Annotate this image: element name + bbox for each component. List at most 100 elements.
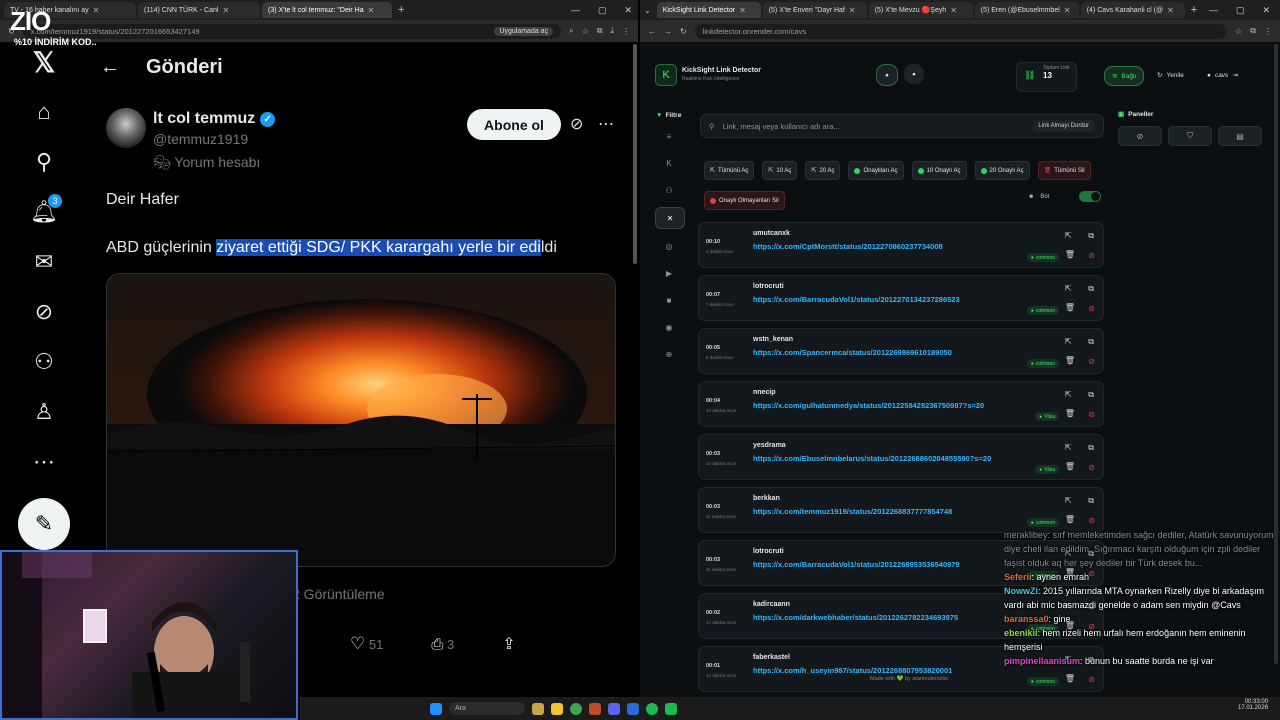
delete-icon[interactable]: 🗑︎: [1065, 356, 1075, 365]
status-dot-icon[interactable]: ●: [904, 64, 924, 84]
block-icon[interactable]: ⊘: [1088, 357, 1095, 366]
video-filter-icon[interactable]: ■: [655, 290, 683, 310]
delete-icon[interactable]: 🗑︎: [1065, 674, 1075, 683]
link-username[interactable]: nnecip: [753, 389, 776, 396]
link-username[interactable]: lotrocruti: [753, 548, 784, 555]
like-button[interactable]: ♡ 51: [350, 634, 383, 654]
link-url[interactable]: https://x.com/Spancermca/status/20122698…: [753, 348, 952, 357]
open-20-approved-button[interactable]: 20 Onaylı Aç: [974, 161, 1030, 180]
close-icon[interactable]: ✕: [849, 6, 856, 15]
more-icon[interactable]: ⋯: [30, 448, 58, 476]
kick-filter-icon[interactable]: K: [655, 153, 683, 173]
grok-icon[interactable]: ⊘: [30, 298, 58, 326]
camera-filter-icon[interactable]: ◉: [655, 317, 683, 337]
close-icon[interactable]: ✕: [368, 6, 375, 15]
archive-panel-icon[interactable]: ▤: [1218, 126, 1262, 146]
open-link-icon[interactable]: ⇱: [1065, 337, 1075, 346]
refresh-button[interactable]: ↻ Yenile: [1150, 66, 1191, 84]
copy-icon[interactable]: ⧉: [1088, 337, 1095, 347]
delete-icon[interactable]: 🗑︎: [1065, 250, 1075, 259]
widget-icon[interactable]: [532, 702, 544, 715]
link-url[interactable]: https://x.com/darkwebhaber/status/201226…: [753, 613, 958, 622]
menu-icon[interactable]: ⋮: [1264, 27, 1272, 36]
new-tab-icon[interactable]: +: [398, 4, 404, 16]
link-username[interactable]: faberkastel: [753, 654, 790, 661]
minimize-icon[interactable]: —: [571, 5, 580, 16]
link-url[interactable]: https://x.com/h_useyin987/status/2012268…: [753, 666, 952, 675]
record-icon[interactable]: ●: [876, 64, 898, 86]
scrollbar[interactable]: [633, 44, 637, 264]
close-icon[interactable]: ✕: [950, 6, 957, 15]
compose-post-icon[interactable]: ✎: [18, 498, 70, 550]
share-icon[interactable]: ⇪: [502, 634, 515, 654]
tab-item-active[interactable]: KickSight Link Detector ✕: [656, 2, 761, 18]
copy-icon[interactable]: ⧉: [1088, 284, 1095, 294]
back-arrow-icon[interactable]: ←: [100, 56, 120, 79]
tweet-image[interactable]: [106, 273, 616, 567]
copy-icon[interactable]: ⧉: [1088, 231, 1095, 241]
star-icon[interactable]: ☆: [582, 27, 589, 36]
all-filter-icon[interactable]: ≡: [655, 126, 683, 146]
extensions-icon[interactable]: ⧉: [1250, 26, 1256, 36]
new-tab-icon[interactable]: +: [1191, 4, 1197, 16]
tab-item[interactable]: (4) Cavs Karahanli cl (@ ✕: [1080, 2, 1185, 18]
discord-icon[interactable]: [608, 702, 620, 715]
link-url[interactable]: https://x.com/gulhatunmedya/status/20122…: [753, 401, 984, 410]
link-url[interactable]: https://x.com/CptMorstt/status/201227086…: [753, 242, 943, 251]
stop-links-button[interactable]: Link Almayı Durdur: [1032, 120, 1095, 132]
open-10-approved-button[interactable]: 10 Onaylı Aç: [911, 161, 967, 180]
link-username[interactable]: lotrocruti: [753, 283, 784, 290]
tab-item[interactable]: (5) X'te Enveri "Dayr Haf ✕: [762, 2, 867, 18]
app-icon[interactable]: [589, 702, 601, 715]
close-window-icon[interactable]: ✕: [1262, 5, 1270, 16]
open-link-icon[interactable]: ⇱: [1065, 443, 1075, 452]
link-card[interactable]: 00:07 7 dakika önce lotrocruti https://x.co…: [698, 275, 1104, 321]
x-logo-icon[interactable]: 𝕏: [30, 47, 58, 78]
tab-menu-icon[interactable]: ⌄: [644, 6, 651, 15]
windows-start-icon[interactable]: [430, 702, 442, 715]
block-icon[interactable]: ⊘: [1088, 463, 1095, 472]
link-url[interactable]: https://x.com/BarracudaVol1/status/20122…: [753, 295, 960, 304]
link-username[interactable]: berkkan: [753, 495, 780, 502]
close-icon[interactable]: ✕: [93, 6, 100, 15]
home-icon[interactable]: ⌂: [30, 98, 58, 126]
back-icon[interactable]: ←: [648, 27, 656, 36]
close-window-icon[interactable]: ✕: [624, 5, 632, 16]
link-username[interactable]: wstn_kenan: [753, 336, 793, 343]
web-filter-icon[interactable]: ⊕: [655, 344, 683, 364]
logout-icon[interactable]: ⇥: [1232, 71, 1237, 79]
delete-icon[interactable]: 🗑︎: [1065, 462, 1075, 471]
link-url[interactable]: https://x.com/BarracudaVol1/status/20122…: [753, 560, 960, 569]
tab-item[interactable]: (114) CNN TÜRK - Canl ✕: [138, 2, 260, 18]
reload-icon[interactable]: ↻: [680, 27, 687, 36]
forward-icon[interactable]: →: [664, 27, 672, 36]
zoom-icon[interactable]: ⌕: [569, 26, 573, 36]
open-link-icon[interactable]: ⇱: [1065, 284, 1075, 293]
messages-icon[interactable]: ✉: [30, 248, 58, 276]
shield-panel-icon[interactable]: ⛉: [1168, 126, 1212, 146]
block-icon[interactable]: ⊘: [1088, 304, 1095, 313]
delete-icon[interactable]: 🗑︎: [1065, 515, 1075, 524]
close-icon[interactable]: ✕: [1064, 6, 1071, 15]
chrome-icon[interactable]: [570, 702, 582, 715]
extensions-icon[interactable]: ⧉: [597, 26, 603, 36]
copy-icon[interactable]: ⧉: [1088, 390, 1095, 400]
delete-unapproved-button[interactable]: Onaylı Olmayanları Sil: [704, 191, 785, 210]
delete-icon[interactable]: 🗑︎: [1065, 409, 1075, 418]
open-approved-button[interactable]: Onaylıları Aç: [848, 161, 904, 180]
url-field[interactable]: linkdetector.onrender.com/cavs: [694, 23, 1228, 39]
close-icon[interactable]: ✕: [222, 6, 229, 15]
link-card[interactable]: 00:05 9 dakika önce wstn_kenan https://x.co…: [698, 328, 1104, 374]
author-name-row[interactable]: lt col temmuz ✓: [153, 110, 276, 128]
profile-icon[interactable]: ♙: [30, 398, 58, 426]
delete-all-button[interactable]: 🗑︎ Tümünü Sil: [1037, 161, 1091, 180]
block-icon[interactable]: ⊘: [1088, 675, 1095, 684]
block-icon[interactable]: ⊘: [1088, 251, 1095, 260]
maximize-icon[interactable]: ▢: [1236, 5, 1245, 16]
youtube-filter-icon[interactable]: ▶: [655, 263, 683, 283]
tab-item[interactable]: (5) X'te Mevzu 🔴Şeyh ✕: [868, 2, 973, 18]
star-icon[interactable]: ☆: [1235, 27, 1242, 36]
open-link-icon[interactable]: ⇱: [1065, 496, 1075, 505]
link-card[interactable]: 00:03 10 dakika önce yesdrama https://x.com…: [698, 434, 1104, 480]
maximize-icon[interactable]: ▢: [598, 5, 607, 16]
